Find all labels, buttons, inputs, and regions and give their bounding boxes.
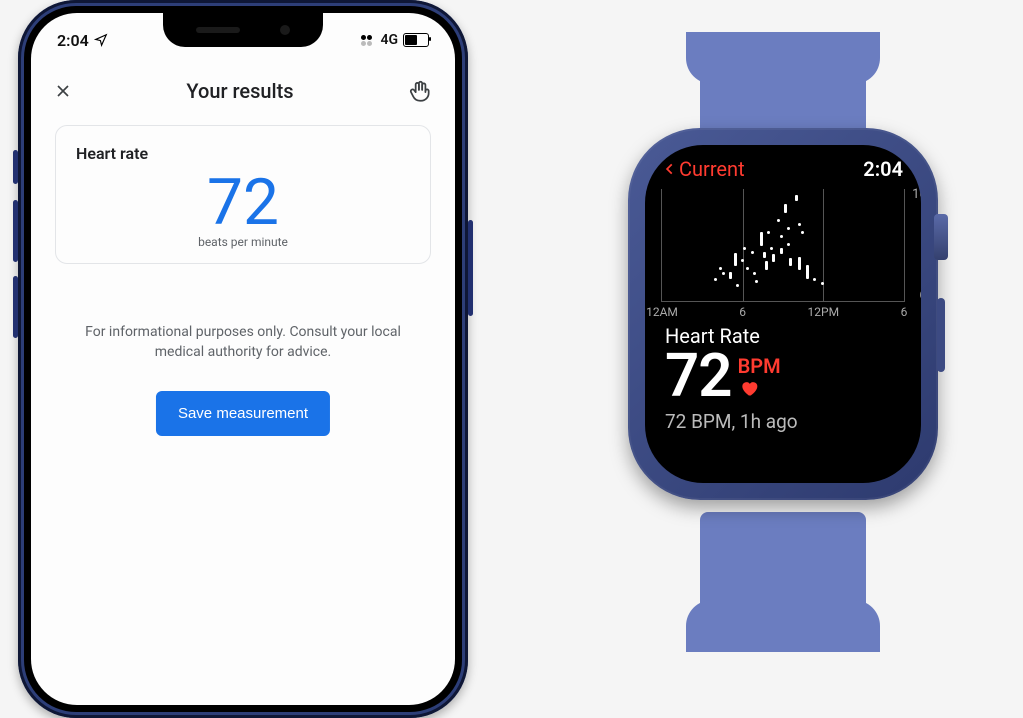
- chart-point: [801, 231, 804, 234]
- chart-ymin: 61: [919, 288, 921, 303]
- chart-point: [767, 231, 770, 234]
- chart-point: [719, 267, 722, 270]
- chart-point: [743, 247, 746, 250]
- signal-icon: [361, 35, 375, 46]
- watch-subtext: 72 BPM, 1h ago: [665, 410, 901, 433]
- chart-point: [736, 284, 739, 287]
- watch-band-bottom: [700, 512, 866, 652]
- heart-rate-value: 72: [76, 171, 410, 235]
- heart-icon: [738, 378, 760, 398]
- chart-point: [780, 248, 783, 254]
- heart-rate-chart[interactable]: 105 61 12AM612PM6: [661, 189, 905, 302]
- chart-x-tick: 12AM: [646, 305, 678, 319]
- phone-volume-down: [13, 276, 18, 338]
- chart-point: [751, 251, 754, 254]
- chart-point: [770, 247, 773, 250]
- chart-point: [753, 272, 756, 275]
- close-button[interactable]: [53, 81, 73, 101]
- heart-rate-card: Heart rate 72 beats per minute: [55, 125, 431, 264]
- chart-point: [780, 235, 783, 238]
- chart-point: [714, 278, 717, 281]
- chart-point: [821, 282, 824, 285]
- chart-point: [729, 272, 732, 279]
- chart-point: [787, 227, 790, 230]
- touch-gesture-icon[interactable]: [407, 78, 433, 104]
- chart-point: [722, 272, 725, 275]
- disclaimer-text: For informational purposes only. Consult…: [71, 323, 415, 362]
- page-title: Your results: [186, 79, 293, 103]
- chart-x-tick: 6: [739, 305, 746, 319]
- phone-power-button: [468, 220, 473, 316]
- watch-time: 2:04: [863, 157, 903, 181]
- heart-rate-unit: beats per minute: [76, 235, 410, 249]
- phone-mute-switch: [13, 150, 18, 184]
- chart-x-tick: 12PM: [808, 305, 840, 319]
- phone-device: 2:04 4G Your results: [18, 0, 468, 718]
- watch-back-button[interactable]: Current: [663, 157, 745, 181]
- phone-volume-up: [13, 200, 18, 262]
- location-icon: [94, 33, 108, 47]
- watch-digital-crown: [934, 214, 948, 260]
- chart-point: [784, 204, 787, 214]
- chart-point: [760, 232, 763, 246]
- chart-point: [755, 280, 758, 283]
- chart-point: [798, 257, 801, 271]
- save-measurement-button[interactable]: Save measurement: [156, 391, 330, 436]
- watch-heart-rate-value: 72: [665, 346, 732, 406]
- chart-point: [746, 267, 749, 270]
- network-label: 4G: [380, 32, 398, 48]
- chart-ymax: 105: [912, 187, 921, 202]
- chart-point: [772, 254, 775, 263]
- chart-point: [777, 219, 780, 222]
- chart-point: [765, 261, 768, 271]
- chart-point: [789, 258, 792, 267]
- watch-device: Current 2:04 105 61 12AM612PM6 Heart Rat…: [598, 32, 968, 652]
- chart-point: [798, 223, 801, 226]
- card-title: Heart rate: [76, 144, 410, 163]
- chart-point: [813, 278, 816, 281]
- chart-point: [795, 195, 798, 201]
- chart-x-tick: 6: [901, 305, 908, 319]
- chart-point: [806, 265, 809, 279]
- watch-unit: BPM: [738, 354, 781, 378]
- watch-side-button: [937, 298, 945, 372]
- status-time: 2:04: [57, 31, 89, 50]
- chart-point: [787, 243, 790, 246]
- watch-back-label: Current: [679, 157, 745, 181]
- watch-case: Current 2:04 105 61 12AM612PM6 Heart Rat…: [628, 128, 938, 500]
- chart-point: [763, 252, 766, 258]
- app-header: Your results: [31, 67, 455, 115]
- chart-point: [734, 253, 737, 266]
- battery-icon: [403, 33, 429, 47]
- watch-screen: Current 2:04 105 61 12AM612PM6 Heart Rat…: [645, 145, 921, 483]
- chevron-left-icon: [663, 159, 677, 179]
